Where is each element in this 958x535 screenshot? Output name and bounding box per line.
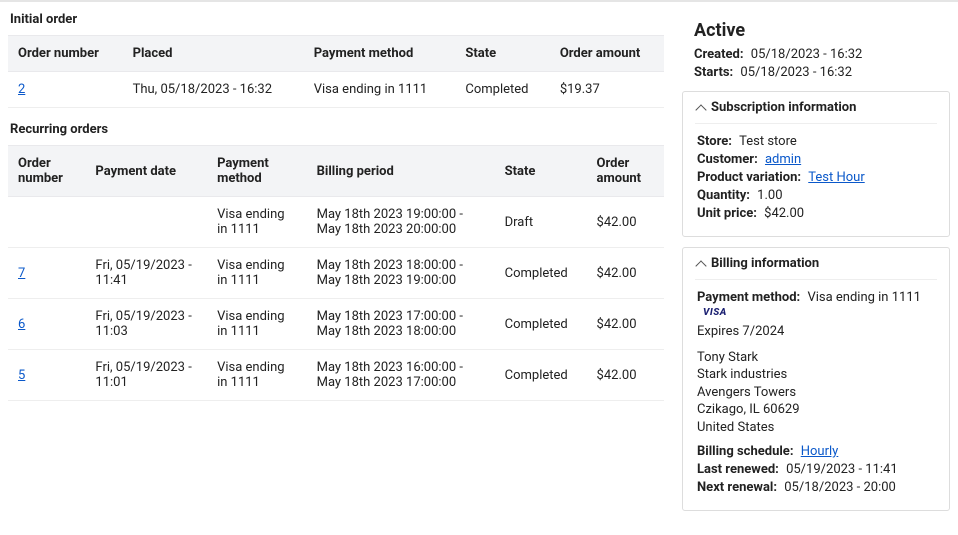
- last-renewed-label: Last renewed:: [697, 462, 779, 477]
- table-row: 6 Fri, 05/19/2023 - 11:03 Visa ending in…: [8, 299, 664, 350]
- col-order-amount: Order amount: [587, 146, 664, 197]
- customer-link[interactable]: admin: [765, 152, 801, 167]
- table-row: 7 Fri, 05/19/2023 - 11:41 Visa ending in…: [8, 248, 664, 299]
- quantity-label: Quantity:: [697, 188, 750, 203]
- col-state: State: [495, 146, 587, 197]
- table-row: Visa ending in 1111 May 18th 2023 19:00:…: [8, 197, 664, 248]
- created-value: 05/18/2023 - 16:32: [751, 47, 863, 62]
- address-line: Czikago, IL 60629: [697, 401, 935, 419]
- payment-date-cell: Fri, 05/19/2023 - 11:01: [85, 350, 207, 401]
- placed-cell: Thu, 05/18/2023 - 16:32: [123, 72, 304, 108]
- subscription-info-card: Subscription information Store: Test sto…: [682, 91, 950, 237]
- created-label: Created:: [694, 47, 744, 62]
- state-cell: Completed: [495, 248, 587, 299]
- state-cell: Completed: [495, 299, 587, 350]
- starts-label: Starts:: [694, 65, 733, 80]
- address-line: Stark industries: [697, 366, 935, 384]
- chevron-up-icon: [695, 260, 706, 271]
- table-row: 2 Thu, 05/18/2023 - 16:32 Visa ending in…: [8, 72, 664, 108]
- col-payment-method: Payment method: [304, 36, 456, 72]
- col-payment-method: Payment method: [207, 146, 307, 197]
- quantity-value: 1.00: [757, 188, 782, 203]
- order-link[interactable]: 6: [18, 317, 25, 332]
- order-link[interactable]: 2: [18, 82, 25, 97]
- state-cell: Draft: [495, 197, 587, 248]
- col-state: State: [455, 36, 549, 72]
- address-line: Avengers Towers: [697, 384, 935, 402]
- state-cell: Completed: [495, 350, 587, 401]
- payment-method-cell: Visa ending in 1111: [304, 72, 456, 108]
- order-link[interactable]: 7: [18, 266, 25, 281]
- order-amount-cell: $42.00: [587, 248, 664, 299]
- unit-price-label: Unit price:: [697, 206, 757, 221]
- order-amount-cell: $19.37: [550, 72, 664, 108]
- initial-order-title: Initial order: [8, 10, 664, 35]
- payment-method-cell: Visa ending in 1111: [207, 299, 307, 350]
- order-amount-cell: $42.00: [587, 350, 664, 401]
- store-value: Test store: [739, 134, 797, 149]
- billing-period-cell: May 18th 2023 16:00:00 - May 18th 2023 1…: [307, 350, 495, 401]
- billing-info-card: Billing information Payment method: Visa…: [682, 247, 950, 511]
- recurring-orders-title: Recurring orders: [8, 120, 664, 145]
- customer-label: Customer:: [697, 152, 758, 167]
- chevron-up-icon: [695, 104, 706, 115]
- starts-value: 05/18/2023 - 16:32: [740, 65, 852, 80]
- product-variation-label: Product variation:: [697, 170, 801, 185]
- address-line: United States: [697, 419, 935, 437]
- state-cell: Completed: [455, 72, 549, 108]
- payment-date-cell: Fri, 05/19/2023 - 11:41: [85, 248, 207, 299]
- payment-date-cell: Fri, 05/19/2023 - 11:03: [85, 299, 207, 350]
- col-placed: Placed: [123, 36, 304, 72]
- subscription-info-title: Subscription information: [711, 100, 856, 115]
- billing-schedule-label: Billing schedule:: [697, 444, 793, 459]
- billing-info-title: Billing information: [711, 256, 819, 271]
- order-amount-cell: $42.00: [587, 299, 664, 350]
- payment-method-cell: Visa ending in 1111: [207, 197, 307, 248]
- subscription-status: Active: [694, 20, 938, 41]
- col-order-number: Order number: [8, 146, 85, 197]
- payment-date-cell: [85, 197, 207, 248]
- visa-icon: VISA: [703, 307, 727, 318]
- last-renewed-value: 05/19/2023 - 11:41: [786, 462, 898, 477]
- billing-schedule-link[interactable]: Hourly: [801, 444, 839, 459]
- col-order-amount: Order amount: [550, 36, 664, 72]
- table-row: 5 Fri, 05/19/2023 - 11:01 Visa ending in…: [8, 350, 664, 401]
- status-card: Active Created: 05/18/2023 - 16:32 Start…: [682, 10, 950, 91]
- billing-period-cell: May 18th 2023 18:00:00 - May 18th 2023 1…: [307, 248, 495, 299]
- next-renewal-value: 05/18/2023 - 20:00: [784, 480, 896, 495]
- order-number-cell: [8, 197, 85, 248]
- unit-price-value: $42.00: [764, 206, 804, 221]
- col-billing-period: Billing period: [307, 146, 495, 197]
- col-order-number: Order number: [8, 36, 123, 72]
- expires-value: Expires 7/2024: [697, 323, 935, 341]
- payment-method-label: Payment method:: [697, 290, 800, 305]
- payment-method-cell: Visa ending in 1111: [207, 248, 307, 299]
- subscription-info-header[interactable]: Subscription information: [695, 100, 937, 124]
- store-label: Store:: [697, 134, 732, 149]
- payment-method-cell: Visa ending in 1111: [207, 350, 307, 401]
- recurring-orders-table: Order number Payment date Payment method…: [8, 145, 664, 401]
- product-variation-link[interactable]: Test Hour: [808, 170, 864, 185]
- address-line: Tony Stark: [697, 349, 935, 367]
- col-payment-date: Payment date: [85, 146, 207, 197]
- payment-method-value: Visa ending in 1111: [807, 290, 921, 305]
- order-amount-cell: $42.00: [587, 197, 664, 248]
- billing-period-cell: May 18th 2023 17:00:00 - May 18th 2023 1…: [307, 299, 495, 350]
- next-renewal-label: Next renewal:: [697, 480, 777, 495]
- order-link[interactable]: 5: [18, 368, 25, 383]
- initial-order-table: Order number Placed Payment method State…: [8, 35, 664, 108]
- billing-info-header[interactable]: Billing information: [695, 256, 937, 280]
- billing-period-cell: May 18th 2023 19:00:00 - May 18th 2023 2…: [307, 197, 495, 248]
